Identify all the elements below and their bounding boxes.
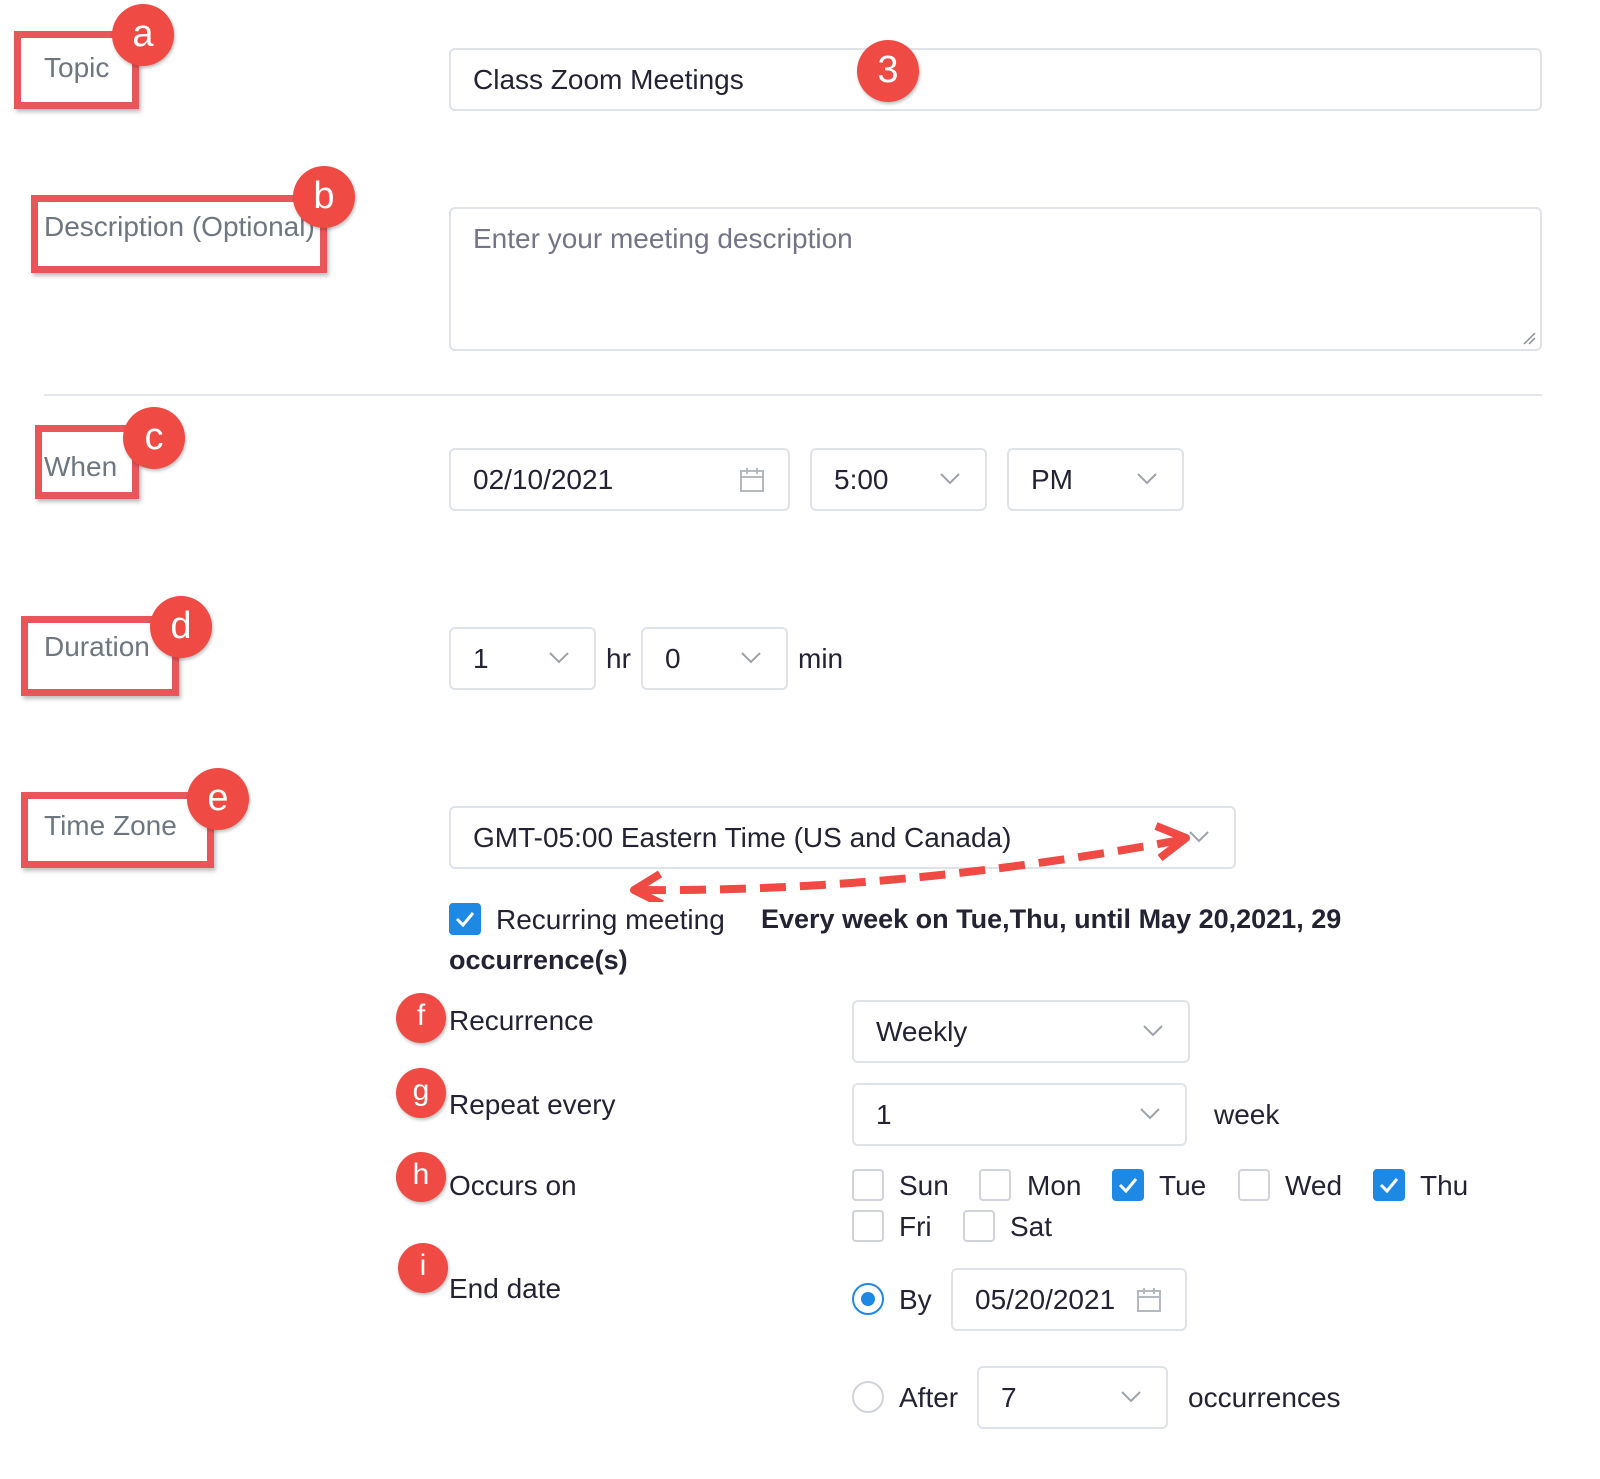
duration-minutes-select[interactable]: 0	[641, 627, 788, 690]
calendar-icon[interactable]	[738, 466, 766, 494]
day-checkbox-mon[interactable]	[979, 1169, 1011, 1201]
recurring-meeting-label: Recurring meeting	[496, 904, 725, 935]
repeat-every-select[interactable]: 1	[852, 1083, 1187, 1146]
time-select-value: 5:00	[834, 463, 889, 495]
recurrence-label: Recurrence	[449, 1005, 594, 1036]
annotation-badge-d: d	[150, 596, 212, 658]
day-checkbox-wed[interactable]	[1238, 1169, 1270, 1201]
when-label: When	[44, 451, 118, 482]
day-checkbox-thu[interactable]	[1373, 1169, 1405, 1201]
day-label-sat: Sat	[1010, 1211, 1053, 1242]
day-checkbox-sat[interactable]	[963, 1210, 995, 1242]
duration-hours-value: 1	[473, 642, 489, 674]
duration-minutes-unit: min	[798, 643, 844, 674]
annotation-badge-a: a	[112, 4, 174, 66]
recurrence-summary: Every week on Tue,Thu, until May 20,2021…	[761, 904, 1342, 934]
resize-handle-icon[interactable]	[1522, 331, 1536, 345]
occurs-on-label: Occurs on	[449, 1170, 577, 1201]
recurrence-summary-occurrences: occurrence(s)	[449, 945, 628, 975]
check-icon	[1379, 1178, 1399, 1194]
day-label-fri: Fri	[899, 1211, 932, 1242]
duration-label: Duration	[44, 631, 150, 662]
end-by-radio[interactable]	[852, 1283, 884, 1315]
day-label-mon: Mon	[1027, 1170, 1082, 1201]
chevron-down-icon	[1121, 1390, 1141, 1402]
date-picker-value: 02/10/2021	[473, 463, 614, 495]
check-icon	[455, 912, 475, 928]
end-date-label: End date	[449, 1273, 562, 1304]
topic-label: Topic	[44, 52, 110, 83]
day-checkbox-tue[interactable]	[1112, 1169, 1144, 1201]
end-after-radio[interactable]	[852, 1381, 884, 1413]
end-after-value: 7	[1001, 1381, 1017, 1413]
end-by-label: By	[899, 1284, 932, 1315]
day-checkbox-sun[interactable]	[852, 1169, 884, 1201]
dashed-double-arrow	[630, 822, 1190, 902]
day-checkbox-fri[interactable]	[852, 1210, 884, 1242]
description-placeholder: Enter your meeting description	[473, 223, 853, 254]
annotation-badge-i: i	[398, 1243, 448, 1293]
day-label-sun: Sun	[899, 1170, 949, 1201]
end-by-date-picker[interactable]: 05/20/2021	[951, 1268, 1187, 1331]
description-label: Description (Optional)	[44, 211, 315, 242]
repeat-every-unit: week	[1214, 1099, 1280, 1130]
recurrence-select[interactable]: Weekly	[852, 1000, 1190, 1063]
annotation-badge-3: 3	[857, 40, 919, 102]
day-label-wed: Wed	[1285, 1170, 1343, 1201]
check-icon	[1118, 1178, 1138, 1194]
recurring-meeting-checkbox[interactable]	[449, 903, 481, 935]
date-picker[interactable]: 02/10/2021	[449, 448, 790, 511]
topic-input-value: Class Zoom Meetings	[473, 63, 744, 95]
section-divider	[44, 394, 1542, 396]
chevron-down-icon	[1143, 1024, 1163, 1036]
annotation-badge-g: g	[396, 1068, 446, 1118]
timezone-label: Time Zone	[44, 810, 177, 841]
duration-minutes-value: 0	[665, 642, 681, 674]
ampm-select-value: PM	[1031, 463, 1073, 495]
end-after-select[interactable]: 7	[977, 1366, 1168, 1429]
chevron-down-icon	[549, 651, 569, 663]
calendar-icon[interactable]	[1135, 1286, 1163, 1314]
end-by-date-value: 05/20/2021	[975, 1283, 1116, 1315]
chevron-down-icon	[741, 651, 761, 663]
annotation-badge-b: b	[293, 166, 355, 228]
annotation-badge-h: h	[396, 1152, 446, 1202]
chevron-down-icon	[940, 472, 960, 484]
chevron-down-icon	[1137, 472, 1157, 484]
topic-input[interactable]: Class Zoom Meetings	[449, 48, 1542, 111]
end-after-label: After	[899, 1382, 959, 1413]
duration-hours-select[interactable]: 1	[449, 627, 596, 690]
description-textarea[interactable]: Enter your meeting description	[449, 207, 1542, 351]
annotation-badge-c: c	[123, 407, 185, 469]
duration-hours-unit: hr	[606, 643, 631, 674]
annotation-badge-e: e	[187, 768, 249, 830]
day-label-thu: Thu	[1420, 1170, 1469, 1201]
ampm-select[interactable]: PM	[1007, 448, 1184, 511]
chevron-down-icon	[1140, 1107, 1160, 1119]
day-label-tue: Tue	[1159, 1170, 1207, 1201]
recurrence-select-value: Weekly	[876, 1015, 968, 1047]
end-after-unit: occurrences	[1188, 1382, 1341, 1413]
annotation-badge-f: f	[396, 993, 446, 1043]
repeat-every-value: 1	[876, 1098, 892, 1130]
time-select[interactable]: 5:00	[810, 448, 987, 511]
repeat-every-label: Repeat every	[449, 1089, 616, 1120]
